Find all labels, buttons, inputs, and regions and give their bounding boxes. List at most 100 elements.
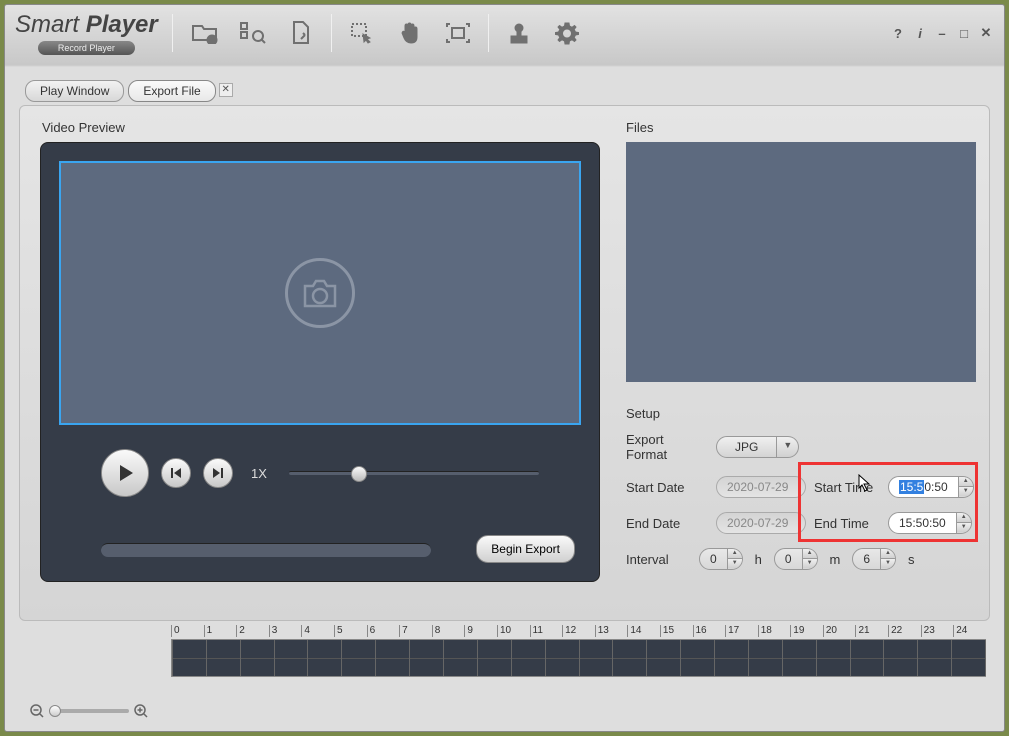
- speed-slider[interactable]: [289, 471, 539, 475]
- spin-up-icon[interactable]: ▲: [881, 549, 895, 559]
- timeline-tick-label: 15: [660, 625, 693, 637]
- timeline-tick-label: 16: [693, 625, 726, 637]
- timeline-tick-label: 20: [823, 625, 856, 637]
- spin-up-icon[interactable]: ▲: [728, 549, 742, 559]
- setup-label: Setup: [626, 406, 660, 421]
- app-window: Smart Player Record Player + ? i – □ ✕ P…: [4, 4, 1005, 732]
- timeline-tick-label: 3: [269, 625, 302, 637]
- timeline-tick-label: 12: [562, 625, 595, 637]
- tab-label: Export File: [143, 84, 200, 98]
- timeline-tick-label: 18: [758, 625, 791, 637]
- timeline-tick-label: 1: [204, 625, 237, 637]
- toolbar: +: [183, 13, 589, 53]
- begin-export-button[interactable]: Begin Export: [476, 535, 575, 563]
- playback-speed-label: 1X: [251, 466, 267, 481]
- start-date-input[interactable]: 2020-07-29: [716, 476, 806, 498]
- pan-hand-button[interactable]: [388, 13, 432, 53]
- maximize-button[interactable]: □: [956, 25, 972, 41]
- timeline-tick-label: 23: [921, 625, 954, 637]
- timeline-tick-label: 17: [725, 625, 758, 637]
- app-subtitle: Record Player: [38, 41, 135, 55]
- separator: [488, 14, 489, 52]
- timeline-tick-label: 19: [790, 625, 823, 637]
- app-name: Smart Player: [15, 11, 158, 39]
- select-area-button[interactable]: [340, 13, 384, 53]
- timeline-panel: 0123456789101112131415161718192021222324: [171, 625, 986, 695]
- titlebar: Smart Player Record Player + ? i – □ ✕: [5, 5, 1004, 61]
- tab-close-icon[interactable]: ✕: [219, 83, 233, 97]
- zoom-in-button[interactable]: [133, 703, 149, 719]
- unit-m: m: [830, 552, 841, 567]
- zoom-slider[interactable]: [49, 709, 129, 713]
- unit-s: s: [908, 552, 915, 567]
- window-controls: ? i – □ ✕: [890, 25, 994, 41]
- timeline-tick-label: 21: [855, 625, 888, 637]
- zoom-out-button[interactable]: [29, 703, 45, 719]
- spin-up-icon[interactable]: ▲: [803, 549, 817, 559]
- video-preview-label: Video Preview: [42, 120, 125, 135]
- annotation-highlight: [798, 462, 978, 542]
- spin-down-icon[interactable]: ▼: [803, 559, 817, 568]
- progress-bar[interactable]: [101, 543, 431, 557]
- end-date-input[interactable]: 2020-07-29: [716, 512, 806, 534]
- timeline-tick-label: 11: [530, 625, 563, 637]
- interval-m-spinner[interactable]: 0▲▼: [774, 548, 818, 570]
- info-button[interactable]: i: [912, 25, 928, 41]
- separator: [172, 14, 173, 52]
- stamp-button[interactable]: [497, 13, 541, 53]
- separator: [331, 14, 332, 52]
- spin-down-icon[interactable]: ▼: [728, 559, 742, 568]
- interval-label: Interval: [626, 552, 691, 567]
- export-format-dropdown[interactable]: JPG ▼: [716, 436, 799, 458]
- open-folder-button[interactable]: +: [183, 13, 227, 53]
- interval-h-spinner[interactable]: 0▲▼: [699, 548, 743, 570]
- files-listbox[interactable]: [626, 142, 976, 382]
- timeline-zoom-controls: [29, 703, 149, 719]
- timeline-ruler: 0123456789101112131415161718192021222324: [171, 625, 986, 637]
- timeline-tick-label: 8: [432, 625, 465, 637]
- interval-m-value[interactable]: 0: [774, 548, 803, 570]
- minimize-button[interactable]: –: [934, 25, 950, 41]
- svg-text:+: +: [209, 35, 214, 44]
- timeline-tick-label: 10: [497, 625, 530, 637]
- export-page-button[interactable]: [279, 13, 323, 53]
- play-button[interactable]: [101, 449, 149, 497]
- timeline-tick-label: 13: [595, 625, 628, 637]
- interval-h-value[interactable]: 0: [699, 548, 728, 570]
- interval-s-value[interactable]: 6: [852, 548, 881, 570]
- export-format-value: JPG: [716, 436, 777, 458]
- tab-play-window[interactable]: Play Window: [25, 80, 124, 102]
- timeline-tick-label: 2: [236, 625, 269, 637]
- fullscreen-button[interactable]: [436, 13, 480, 53]
- timeline-tick-label: 14: [627, 625, 660, 637]
- step-back-button[interactable]: [161, 458, 191, 488]
- settings-gear-button[interactable]: [545, 13, 589, 53]
- content-panel: Video Preview Files Setup 1X Begin Expor…: [19, 105, 990, 621]
- start-date-label: Start Date: [626, 480, 708, 495]
- export-format-label: Export Format: [626, 432, 708, 462]
- playback-controls: 1X: [101, 443, 539, 503]
- timeline-tick-label: 5: [334, 625, 367, 637]
- timeline-tick-label: 6: [367, 625, 400, 637]
- slider-thumb[interactable]: [351, 466, 367, 482]
- cursor-icon: [858, 474, 872, 495]
- tab-export-file[interactable]: Export File ✕: [128, 80, 215, 102]
- tab-bar: Play Window Export File ✕: [25, 80, 216, 102]
- end-date-label: End Date: [626, 516, 708, 531]
- dropdown-arrow-icon[interactable]: ▼: [777, 436, 799, 458]
- video-viewport[interactable]: [59, 161, 581, 425]
- interval-s-spinner[interactable]: 6▲▼: [852, 548, 896, 570]
- timeline-tick-label: 4: [301, 625, 334, 637]
- spin-down-icon[interactable]: ▼: [881, 559, 895, 568]
- timeline-grid[interactable]: [171, 639, 986, 677]
- help-button[interactable]: ?: [890, 25, 906, 41]
- close-button[interactable]: ✕: [978, 25, 994, 41]
- zoom-thumb[interactable]: [49, 705, 61, 717]
- timeline-tick-label: 9: [464, 625, 497, 637]
- video-preview-panel: 1X Begin Export: [40, 142, 600, 582]
- unit-h: h: [755, 552, 762, 567]
- timeline-tick-label: 24: [953, 625, 986, 637]
- search-list-button[interactable]: [231, 13, 275, 53]
- step-forward-button[interactable]: [203, 458, 233, 488]
- app-logo: Smart Player Record Player: [15, 11, 158, 55]
